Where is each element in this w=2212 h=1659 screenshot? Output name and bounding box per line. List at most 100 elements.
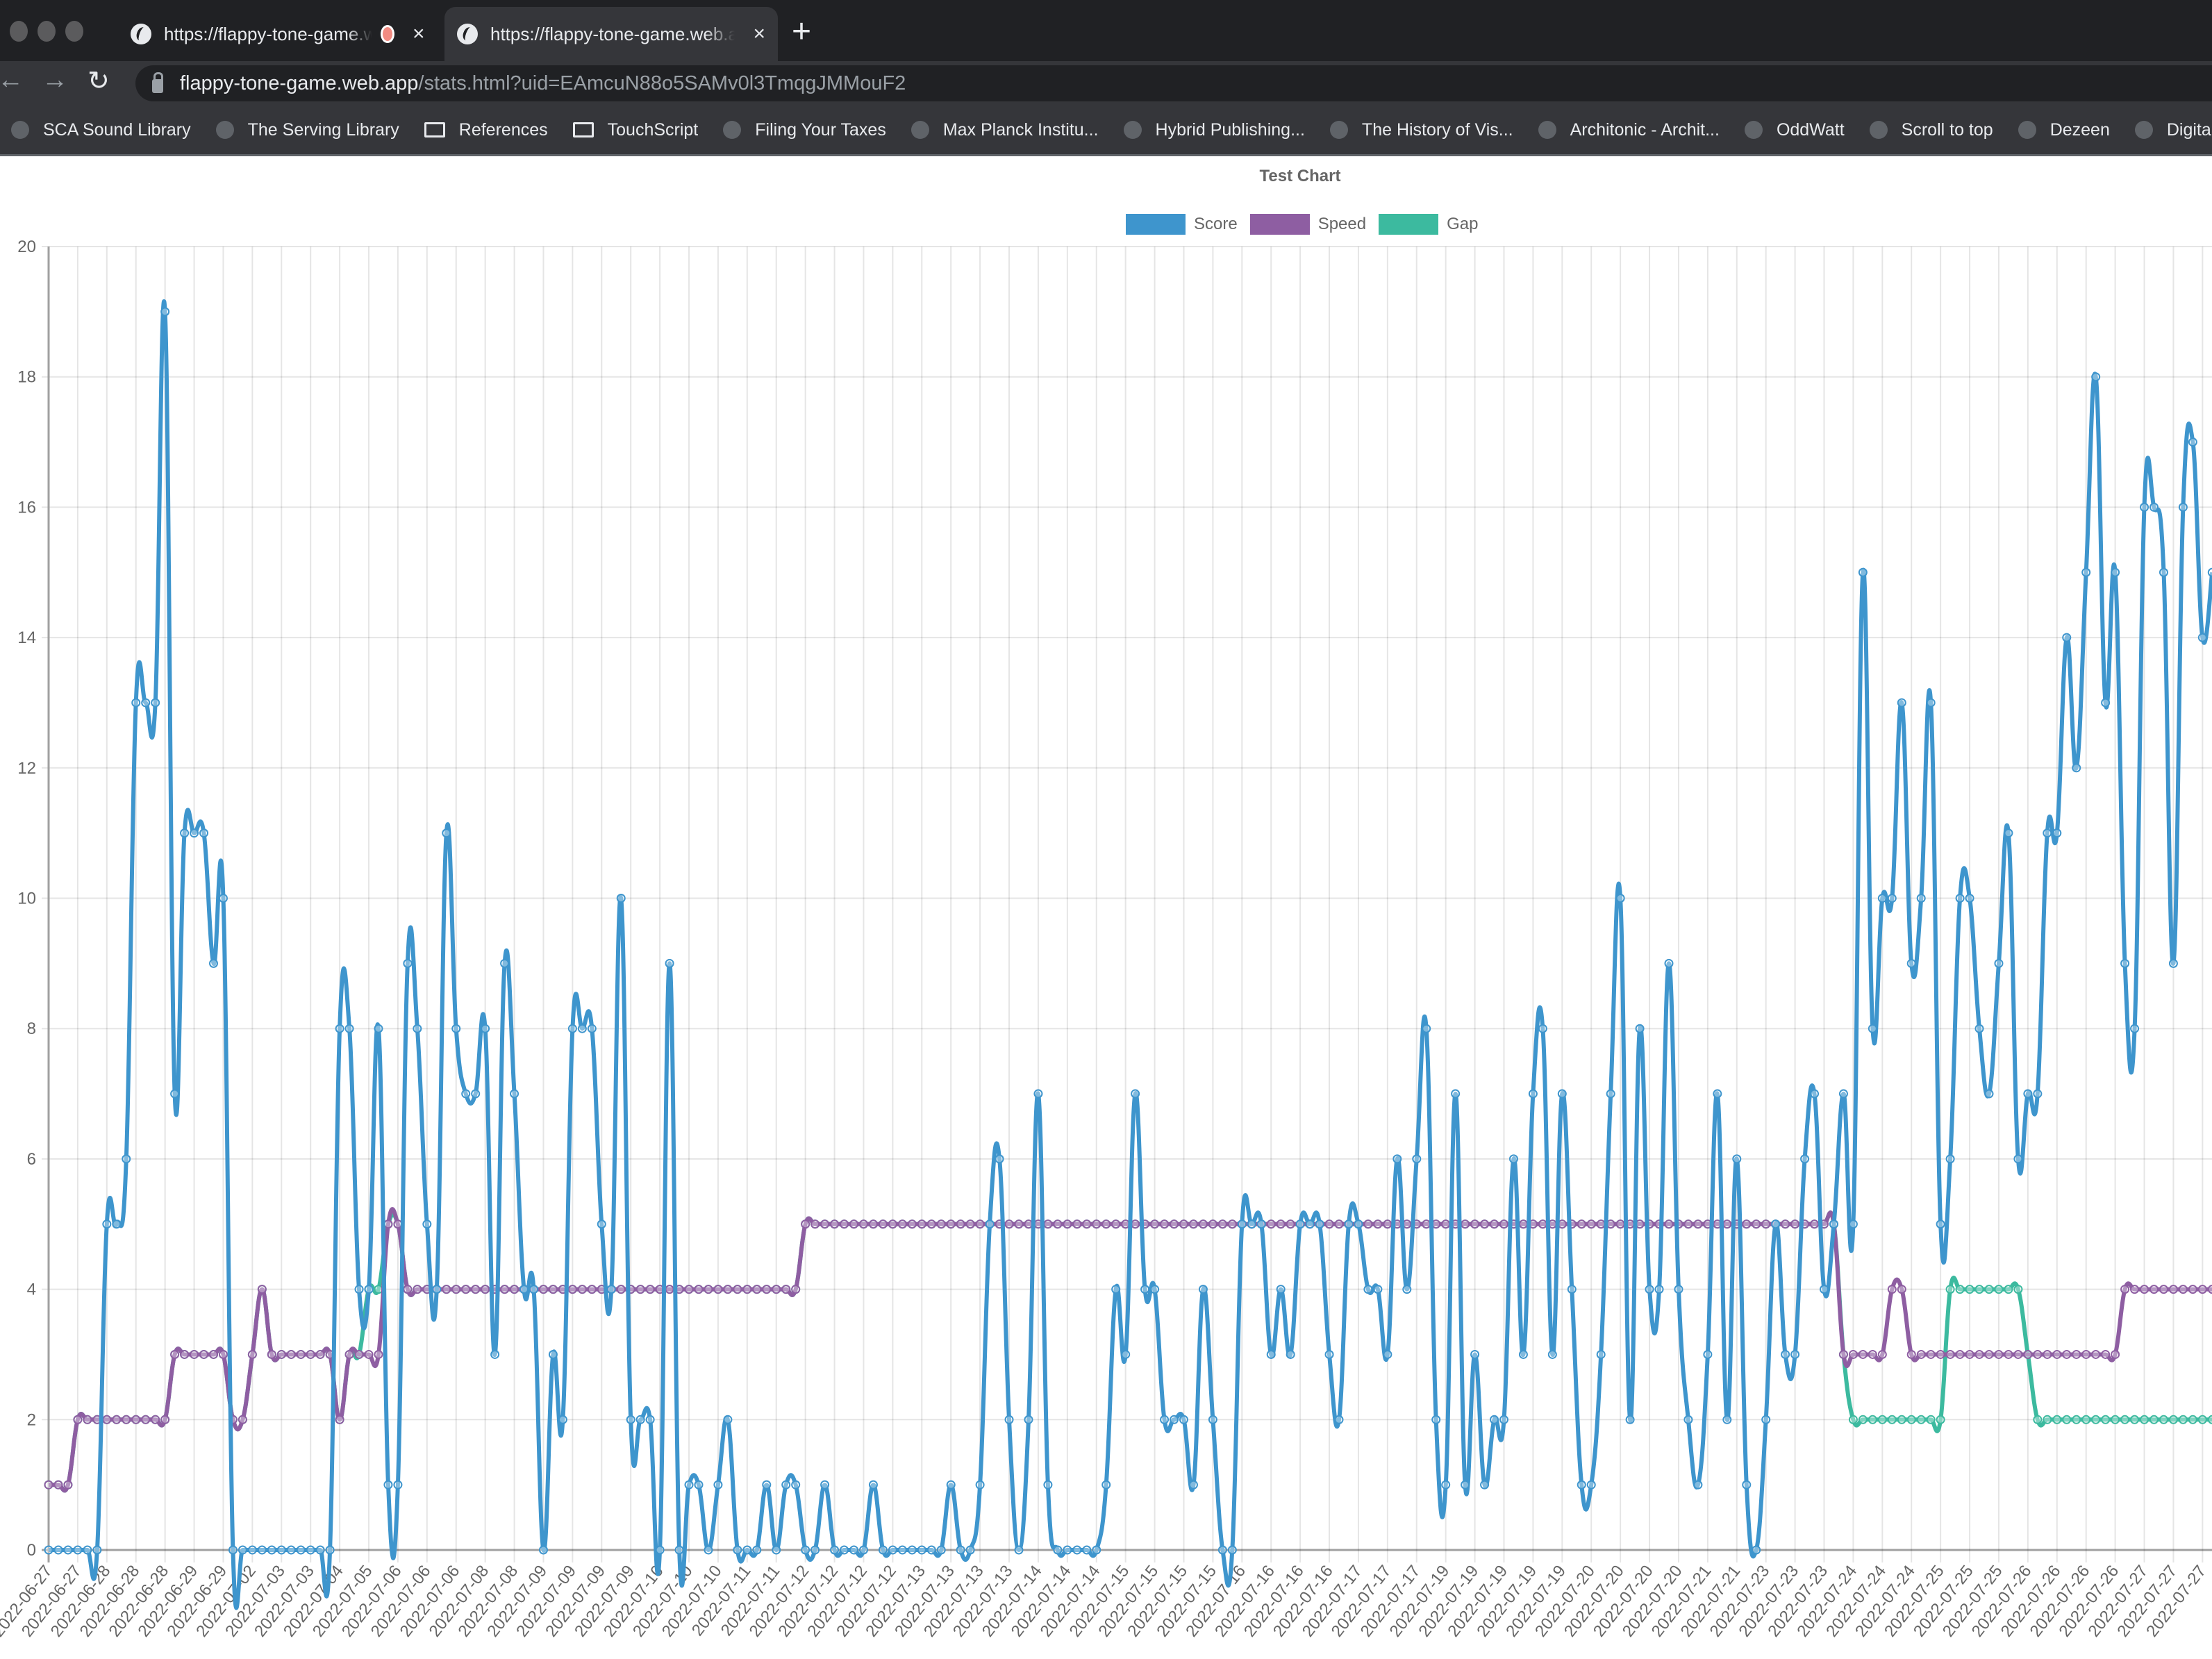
data-point-score [878, 1545, 888, 1555]
data-point-score [577, 1024, 587, 1033]
data-point-speed [2101, 1349, 2111, 1359]
data-point-score [655, 1545, 665, 1555]
data-point-speed [1693, 1219, 1703, 1229]
data-point-speed [868, 1219, 878, 1229]
data-point-score [2159, 567, 2168, 577]
data-point-score [1547, 1349, 1557, 1359]
data-point-score [1451, 1089, 1461, 1099]
data-point-score [723, 1415, 733, 1424]
data-point-score [1683, 1415, 1693, 1424]
data-point-score [1276, 1285, 1286, 1294]
data-point-score [849, 1545, 859, 1555]
data-point-speed [1936, 1349, 1945, 1359]
data-point-speed [2081, 1349, 2091, 1359]
data-point-score [694, 1480, 704, 1490]
data-point-score [1101, 1480, 1111, 1490]
data-point-score [1771, 1219, 1781, 1229]
data-point-score [1053, 1545, 1063, 1555]
y-tick-label: 12 [17, 759, 36, 778]
data-point-speed [2013, 1349, 2023, 1359]
data-point-gap [1955, 1285, 1965, 1294]
data-point-score [1227, 1545, 1237, 1555]
data-point-score [238, 1545, 247, 1555]
data-point-score [2081, 567, 2091, 577]
data-point-speed [1217, 1219, 1227, 1229]
data-point-score [1518, 1349, 1528, 1359]
data-point-score [1625, 1415, 1635, 1424]
data-point-score [1188, 1480, 1198, 1490]
data-point-speed [830, 1219, 840, 1229]
data-point-speed [2072, 1349, 2081, 1359]
data-point-score [500, 958, 510, 968]
data-point-score [2043, 828, 2052, 838]
data-point-speed [160, 1415, 170, 1424]
data-point-speed [1615, 1219, 1625, 1229]
data-point-score [558, 1415, 567, 1424]
data-point-speed [1266, 1219, 1276, 1229]
data-point-speed [538, 1285, 548, 1294]
data-point-score [131, 698, 141, 708]
data-point-score [529, 1285, 538, 1294]
data-point-gap [2178, 1415, 2188, 1424]
data-point-speed [1276, 1219, 1286, 1229]
data-point-gap [2101, 1415, 2111, 1424]
data-point-gap [1877, 1415, 1887, 1424]
data-point-speed [1324, 1219, 1334, 1229]
data-point-score [616, 894, 626, 903]
data-point-gap [2091, 1415, 2101, 1424]
data-point-score [1286, 1349, 1295, 1359]
data-point-speed [1810, 1219, 1820, 1229]
data-point-gap [1965, 1285, 1974, 1294]
data-point-score [1412, 1154, 1422, 1164]
data-point-score [1577, 1480, 1586, 1490]
data-point-score [946, 1480, 956, 1490]
data-point-score [2013, 1154, 2023, 1164]
data-point-score [975, 1480, 985, 1490]
data-point-speed [858, 1219, 868, 1229]
data-point-speed [733, 1285, 742, 1294]
data-point-speed [1227, 1219, 1237, 1229]
data-point-speed [238, 1415, 247, 1424]
data-point-speed [1906, 1349, 1916, 1359]
data-point-gap [2120, 1415, 2130, 1424]
data-point-score [325, 1545, 335, 1555]
data-point-score [1752, 1545, 1761, 1555]
data-point-speed [1131, 1219, 1140, 1229]
data-point-gap [1887, 1415, 1897, 1424]
data-point-score [1906, 958, 1916, 968]
data-point-score [403, 958, 413, 968]
data-point-score [1170, 1415, 1179, 1424]
data-point-speed [1994, 1349, 2004, 1359]
data-point-speed [567, 1285, 577, 1294]
data-point-score [1392, 1154, 1402, 1164]
data-point-score [1877, 894, 1887, 903]
data-point-score [1974, 1024, 1984, 1033]
data-point-score [820, 1480, 830, 1490]
data-point-score [830, 1545, 840, 1555]
data-point-score [772, 1545, 781, 1555]
data-point-speed [296, 1349, 306, 1359]
data-point-score [1538, 1024, 1547, 1033]
data-point-gap [1926, 1415, 1936, 1424]
data-point-score [451, 1024, 461, 1033]
data-point-score [1295, 1219, 1305, 1229]
data-point-speed [1363, 1219, 1373, 1229]
data-point-score [1480, 1480, 1490, 1490]
data-point-speed [1752, 1219, 1761, 1229]
data-point-score [53, 1545, 63, 1555]
data-point-speed [1518, 1219, 1528, 1229]
data-point-score [315, 1545, 325, 1555]
data-point-speed [374, 1349, 383, 1359]
data-point-gap [2149, 1415, 2159, 1424]
data-point-speed [791, 1285, 801, 1294]
data-point-score [393, 1480, 403, 1490]
data-point-speed [840, 1219, 849, 1229]
data-point-speed [1538, 1219, 1547, 1229]
data-point-score [1916, 894, 1926, 903]
data-point-score [481, 1024, 490, 1033]
y-tick-label: 4 [27, 1281, 36, 1299]
data-point-speed [2004, 1349, 2013, 1359]
data-point-speed [413, 1285, 422, 1294]
data-point-speed [44, 1480, 53, 1490]
data-point-score [63, 1545, 73, 1555]
